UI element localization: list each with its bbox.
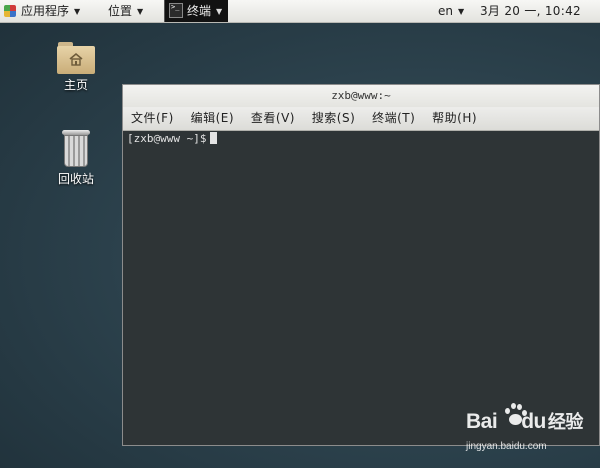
task-label: 终端 bbox=[187, 4, 212, 18]
applications-menu[interactable]: 应用程序 ▼ bbox=[4, 0, 80, 22]
language-label: en bbox=[438, 4, 453, 18]
desktop-trash-shortcut[interactable]: 回收站 bbox=[46, 130, 106, 187]
chevron-down-icon: ▼ bbox=[458, 7, 465, 16]
menu-view[interactable]: 查看(V) bbox=[251, 107, 295, 130]
desktop-icon-label: 回收站 bbox=[57, 172, 94, 186]
terminal-title[interactable]: zxb@www:~ bbox=[123, 85, 599, 107]
terminal-content[interactable]: [zxb@www ~]$ bbox=[123, 131, 599, 147]
terminal-task-button[interactable]: >_ 终端 ▼ bbox=[164, 0, 229, 22]
brand-left: Bai bbox=[466, 410, 498, 433]
watermark-url: jingyan.baidu.com bbox=[466, 441, 547, 452]
language-indicator[interactable]: en ▼ bbox=[438, 0, 464, 22]
applications-menu-label: 应用程序 bbox=[21, 4, 70, 18]
chevron-down-icon: ▼ bbox=[216, 7, 223, 16]
chevron-down-icon: ▼ bbox=[74, 7, 81, 16]
chevron-down-icon: ▼ bbox=[137, 7, 144, 16]
clock[interactable]: 3月 20 一, 10:42 bbox=[480, 0, 581, 22]
desktop-home-shortcut[interactable]: 主页 bbox=[46, 42, 106, 93]
desktop-icon-label: 主页 bbox=[63, 78, 88, 92]
shell-prompt: [zxb@www ~]$ bbox=[127, 132, 207, 145]
brand-suffix: 经验 bbox=[547, 412, 584, 432]
menu-edit[interactable]: 编辑(E) bbox=[191, 107, 234, 130]
trash-icon bbox=[60, 130, 92, 168]
home-folder-icon bbox=[57, 42, 95, 74]
places-menu[interactable]: 位置 ▼ bbox=[108, 0, 143, 22]
places-menu-label: 位置 bbox=[108, 4, 133, 18]
top-panel: 应用程序 ▼ 位置 ▼ >_ 终端 ▼ en ▼ 3月 20 一, 10:42 bbox=[0, 0, 600, 23]
terminal-menubar: 文件(F) 编辑(E) 查看(V) 搜索(S) 终端(T) 帮助(H) bbox=[123, 107, 599, 131]
menu-terminal[interactable]: 终端(T) bbox=[372, 107, 415, 130]
menu-search[interactable]: 搜索(S) bbox=[312, 107, 355, 130]
baidu-jingyan-watermark: Bai du 经验 jingyan.baidu.com bbox=[466, 402, 596, 460]
baidu-paw-icon bbox=[502, 402, 528, 428]
menu-file[interactable]: 文件(F) bbox=[131, 107, 174, 130]
menu-help[interactable]: 帮助(H) bbox=[432, 107, 477, 130]
applications-logo-icon bbox=[4, 5, 16, 17]
terminal-icon: >_ bbox=[169, 3, 183, 18]
text-cursor bbox=[210, 132, 218, 144]
terminal-window[interactable]: zxb@www:~ 文件(F) 编辑(E) 查看(V) 搜索(S) 终端(T) … bbox=[122, 84, 600, 446]
